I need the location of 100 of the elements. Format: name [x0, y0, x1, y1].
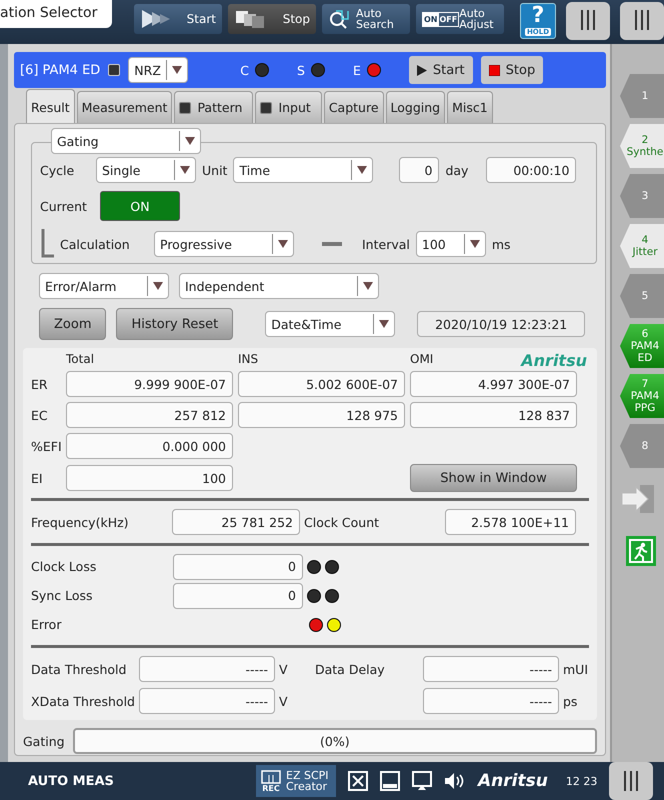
- unit-dropdown[interactable]: Time: [233, 157, 374, 183]
- field-label: Clock Count: [304, 514, 380, 530]
- category-dropdown[interactable]: Error/Alarm: [39, 273, 169, 299]
- menu-handle-icon[interactable]: [566, 0, 610, 40]
- threshold-field: -----: [139, 656, 275, 682]
- field-label: Current: [40, 198, 88, 214]
- value-field: 257 812: [66, 402, 233, 428]
- on-off-icon: ON OFF: [422, 12, 460, 26]
- field-label: Calculation: [60, 236, 131, 252]
- dash-icon: [322, 242, 342, 246]
- caret-icon: [278, 240, 288, 248]
- calculation-dropdown[interactable]: Progressive: [154, 231, 294, 257]
- field-label: Error: [31, 617, 62, 632]
- start-button[interactable]: Start: [134, 4, 222, 34]
- row-label: %EFI: [31, 438, 61, 454]
- row-label: ER: [31, 376, 49, 392]
- caret-icon: [363, 282, 373, 290]
- exit-icon[interactable]: [626, 536, 656, 566]
- speaker-icon[interactable]: [444, 772, 466, 790]
- menu-handle-icon[interactable]: [609, 762, 654, 800]
- brand-logo: Anritsu: [478, 771, 548, 791]
- stop-button[interactable]: Stop: [480, 56, 544, 84]
- module-slot[interactable]: 4 Jitter: [620, 224, 664, 268]
- toggle-button[interactable]: ON: [100, 191, 180, 221]
- value-field: 128 975: [238, 402, 405, 428]
- clock-count-field: 2.578 100E+11: [445, 509, 576, 535]
- unit-label: ms: [492, 236, 511, 252]
- progress-label: Gating: [23, 734, 65, 748]
- scpi-creator-button[interactable]: REC EZ SCPI Creator: [256, 765, 336, 797]
- selector-title[interactable]: ation Selector: [0, 0, 112, 28]
- tab[interactable]: Result: [26, 89, 75, 124]
- value-field: 0.000 000: [66, 433, 233, 459]
- tab[interactable]: Input: [255, 91, 322, 123]
- value-field: 128 837: [410, 402, 577, 428]
- field-label: Sync Loss: [31, 588, 94, 603]
- menu-handle-icon[interactable]: [620, 0, 664, 40]
- led-label: C: [240, 62, 250, 78]
- play-icon: [416, 64, 427, 76]
- value-field: 4.997 300E-07: [410, 371, 577, 397]
- bracket-icon: [40, 229, 54, 259]
- brand-logo: Anritsu: [521, 351, 587, 370]
- lock-icon: [108, 64, 120, 76]
- days-field[interactable]: 0: [399, 157, 440, 183]
- time-field[interactable]: 00:00:10: [486, 157, 576, 183]
- caret-icon: [153, 282, 163, 290]
- field-label: Interval: [362, 236, 410, 252]
- stop-icon: [488, 64, 500, 76]
- led-label: S: [297, 62, 305, 78]
- search-button[interactable]: Auto Search: [322, 4, 410, 34]
- count-field: 0: [173, 554, 303, 580]
- unit-label: ps: [563, 694, 578, 708]
- tab[interactable]: Measurement: [76, 91, 172, 123]
- interval-dropdown[interactable]: 100: [416, 231, 486, 257]
- module-slot[interactable]: 6 PAM4 ED: [620, 324, 664, 368]
- row-label: EI: [31, 470, 44, 486]
- field-label: Data Threshold: [31, 662, 128, 676]
- timestamp-field: 2020/10/19 12:23:21: [417, 311, 586, 337]
- field-label: Frequency(kHz): [31, 514, 130, 530]
- time-mode-dropdown[interactable]: Date&Time: [265, 311, 396, 337]
- tab[interactable]: Logging: [386, 91, 446, 123]
- field-label: Unit: [202, 162, 228, 178]
- progress-bar: (0%): [72, 728, 597, 754]
- close-icon[interactable]: [348, 771, 368, 791]
- caret-icon: [172, 66, 182, 74]
- action-button[interactable]: Zoom: [39, 308, 106, 340]
- field-label: Clock Loss: [31, 559, 98, 574]
- threshold-field: -----: [139, 688, 275, 714]
- count-field: 0: [173, 582, 303, 608]
- show-in-window-button[interactable]: Show in Window: [410, 464, 577, 492]
- field-label: Cycle: [40, 162, 76, 178]
- module-slot[interactable]: 7 PAM4 PPG: [620, 374, 664, 418]
- frequency-field: 25 781 252: [172, 509, 300, 535]
- mode-dropdown[interactable]: NRZ: [128, 57, 188, 83]
- start-button[interactable]: Start: [408, 56, 473, 84]
- minimize-icon[interactable]: [380, 771, 400, 791]
- cycle-dropdown[interactable]: Single: [96, 157, 196, 183]
- unit-label: V: [279, 694, 289, 708]
- tab[interactable]: Misc1: [447, 91, 493, 123]
- caret-icon: [357, 166, 368, 174]
- led-label: E: [352, 62, 361, 78]
- tab[interactable]: Pattern: [174, 91, 254, 123]
- row-label: EC: [31, 408, 49, 422]
- tab[interactable]: Capture: [324, 91, 384, 123]
- unit-label: mUI: [563, 662, 589, 676]
- caret-icon: [180, 166, 190, 174]
- stop-button[interactable]: Stop: [228, 4, 316, 34]
- action-button[interactable]: History Reset: [116, 308, 234, 340]
- field-label: XData Threshold: [31, 694, 135, 708]
- caret-icon: [379, 320, 390, 328]
- threshold-field: -----: [423, 656, 559, 682]
- column-header: OMI: [410, 352, 434, 366]
- value-field: 5.002 600E-07: [238, 371, 405, 397]
- caret-icon: [185, 137, 195, 145]
- option-dropdown[interactable]: Independent: [179, 273, 379, 299]
- value-field: 9.999 900E-07: [66, 371, 233, 397]
- column-header: Total: [66, 352, 94, 366]
- gating-dropdown[interactable]: Gating: [51, 128, 201, 154]
- screen-icon[interactable]: [412, 771, 432, 791]
- field-label: day: [445, 162, 468, 178]
- module-slot[interactable]: 2 Synthe: [620, 124, 664, 168]
